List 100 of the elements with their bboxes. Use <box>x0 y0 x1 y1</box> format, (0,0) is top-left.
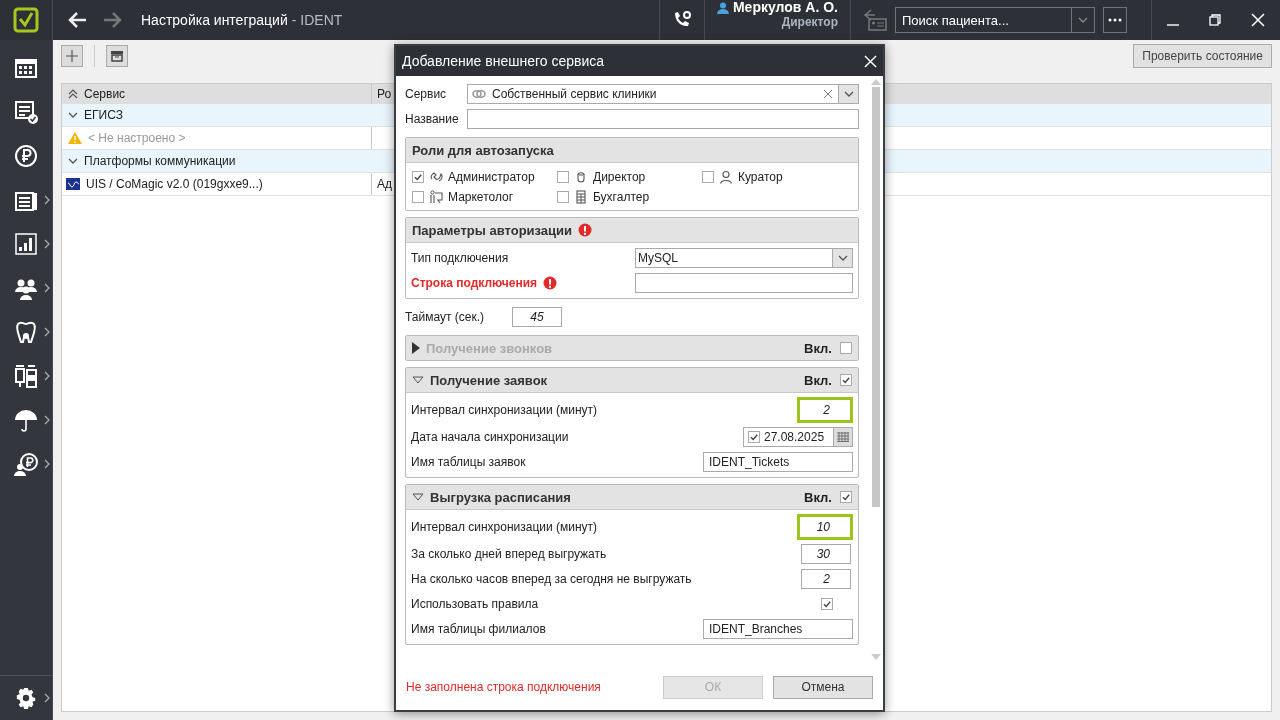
field-label: Название <box>405 112 460 126</box>
name-field[interactable] <box>467 109 859 129</box>
text-field[interactable]: IDENT_Branches <box>703 619 853 639</box>
person-icon <box>719 170 733 184</box>
toggle-checkbox[interactable] <box>840 491 852 503</box>
user-icon <box>716 1 729 14</box>
field-label: Интервал синхронизации (минут) <box>411 520 598 534</box>
more-icon[interactable] <box>1108 18 1122 22</box>
section-title: Выгрузка расписания <box>430 489 571 505</box>
expand-icon[interactable] <box>68 158 78 164</box>
logo-icon[interactable] <box>13 7 39 33</box>
clear-icon[interactable] <box>824 90 832 98</box>
warning-icon <box>68 132 82 144</box>
plus-icon[interactable] <box>66 50 78 62</box>
toggle-label: Вкл. <box>804 340 832 356</box>
chevron-icon <box>43 327 50 337</box>
dropdown-icon[interactable] <box>1078 17 1088 23</box>
role-label: Бухгалтер <box>593 190 650 204</box>
toggle-label: Вкл. <box>804 372 832 388</box>
chevron-icon <box>43 283 50 293</box>
field-label: На сколько часов вперед за сегодня не выгружать <box>411 572 692 586</box>
cancel-button[interactable]: Отмена <box>773 675 873 699</box>
timeout-field[interactable]: 45 <box>512 307 563 327</box>
toggle-label: Вкл. <box>804 489 832 505</box>
settings-icon[interactable] <box>15 687 37 709</box>
section-title: Получение заявок <box>430 372 548 388</box>
group-label: Платформы коммуникации <box>84 154 236 168</box>
dropdown-icon[interactable] <box>843 91 854 97</box>
number-field[interactable]: 30 <box>801 544 851 564</box>
collapse-icon[interactable] <box>412 493 424 501</box>
umbrella-icon[interactable] <box>13 407 39 433</box>
role-label: Куратор <box>738 170 783 184</box>
close-button[interactable] <box>864 54 877 68</box>
medicine-icon[interactable] <box>13 363 39 389</box>
back-icon[interactable] <box>67 11 87 29</box>
chevron-icon <box>43 239 50 249</box>
close-icon[interactable] <box>1251 13 1265 27</box>
number-field[interactable]: 10 <box>797 514 853 540</box>
expand-icon[interactable] <box>412 342 420 354</box>
field-label: Сервис <box>405 87 448 101</box>
panel-title: Роли для автозапуска <box>412 142 554 158</box>
toggle-checkbox[interactable] <box>840 374 852 386</box>
bar-chart-icon[interactable] <box>13 231 39 257</box>
connection-type-dropdown[interactable]: MySQL <box>635 248 853 268</box>
chevron-icon <box>43 693 50 703</box>
role-label: Директор <box>593 170 646 184</box>
table-cell: UIS / CoMagic v2.0 (019gxxe9...) <box>86 177 263 191</box>
collapse-icon[interactable] <box>412 376 424 384</box>
ruble-icon[interactable] <box>13 143 39 169</box>
number-field[interactable]: 2 <box>797 397 853 423</box>
patient-search-field[interactable]: Поиск пациента... <box>895 7 1095 33</box>
field-label: Имя таблицы филиалов <box>411 622 546 636</box>
sort-icon[interactable] <box>68 89 78 99</box>
check-status-button[interactable]: Проверить состояние <box>1133 44 1272 68</box>
text-field[interactable]: IDENT_Tickets <box>703 452 853 472</box>
window-subtitle: - IDENT <box>291 12 343 28</box>
restore-icon[interactable] <box>1209 14 1221 26</box>
date-field[interactable]: 27.08.2025 <box>743 427 853 447</box>
checkbox[interactable] <box>557 191 569 203</box>
section-title: Получение звонков <box>426 340 553 356</box>
connection-string-field[interactable] <box>635 273 853 293</box>
search-input[interactable]: Поиск пациента... <box>896 12 1071 28</box>
more-button[interactable] <box>1103 7 1127 33</box>
dropdown-icon[interactable] <box>837 255 848 261</box>
field-label: За сколько дней вперед выгружать <box>411 547 607 561</box>
error-icon <box>543 276 558 290</box>
ruble-person-icon[interactable] <box>13 451 39 477</box>
field-label: Использовать правила <box>411 597 539 611</box>
archive-button[interactable] <box>106 45 128 67</box>
table-cell: Ад <box>377 177 392 191</box>
table-cell: < Не настроено > <box>88 131 186 145</box>
checkbox[interactable] <box>821 598 833 610</box>
checkbox[interactable] <box>702 171 714 183</box>
error-icon <box>578 223 593 237</box>
chevron-icon <box>43 371 50 381</box>
field-label: Таймаут (сек.) <box>405 310 485 324</box>
checkbox[interactable] <box>748 431 760 443</box>
checkbox[interactable] <box>412 171 424 183</box>
scrollbar-thumb[interactable] <box>872 87 880 507</box>
role-label: Маркетолог <box>448 190 514 204</box>
column-header[interactable]: Сервис <box>84 87 126 101</box>
column-header[interactable]: Ро <box>377 87 392 101</box>
role-label: Администратор <box>448 170 535 184</box>
archive-icon[interactable] <box>111 50 123 62</box>
error-message: Не заполнена строка подключения <box>406 680 602 694</box>
chevron-icon <box>43 415 50 425</box>
expand-icon[interactable] <box>68 112 78 118</box>
toggle-checkbox[interactable] <box>840 342 852 354</box>
checkbox[interactable] <box>412 191 424 203</box>
chevron-icon <box>43 195 50 205</box>
forward-icon[interactable] <box>103 11 123 29</box>
field-label: Тип подключения <box>411 251 509 265</box>
window-title: Настройка интеграций <box>141 12 288 28</box>
list-check-icon[interactable] <box>13 99 39 125</box>
number-field[interactable]: 2 <box>801 569 851 589</box>
checkbox[interactable] <box>557 171 569 183</box>
tooth-icon[interactable] <box>13 319 39 345</box>
chevron-icon <box>43 459 50 469</box>
service-dropdown[interactable]: Собственный сервис клиники <box>467 84 859 104</box>
id-card-icon[interactable] <box>863 9 887 31</box>
